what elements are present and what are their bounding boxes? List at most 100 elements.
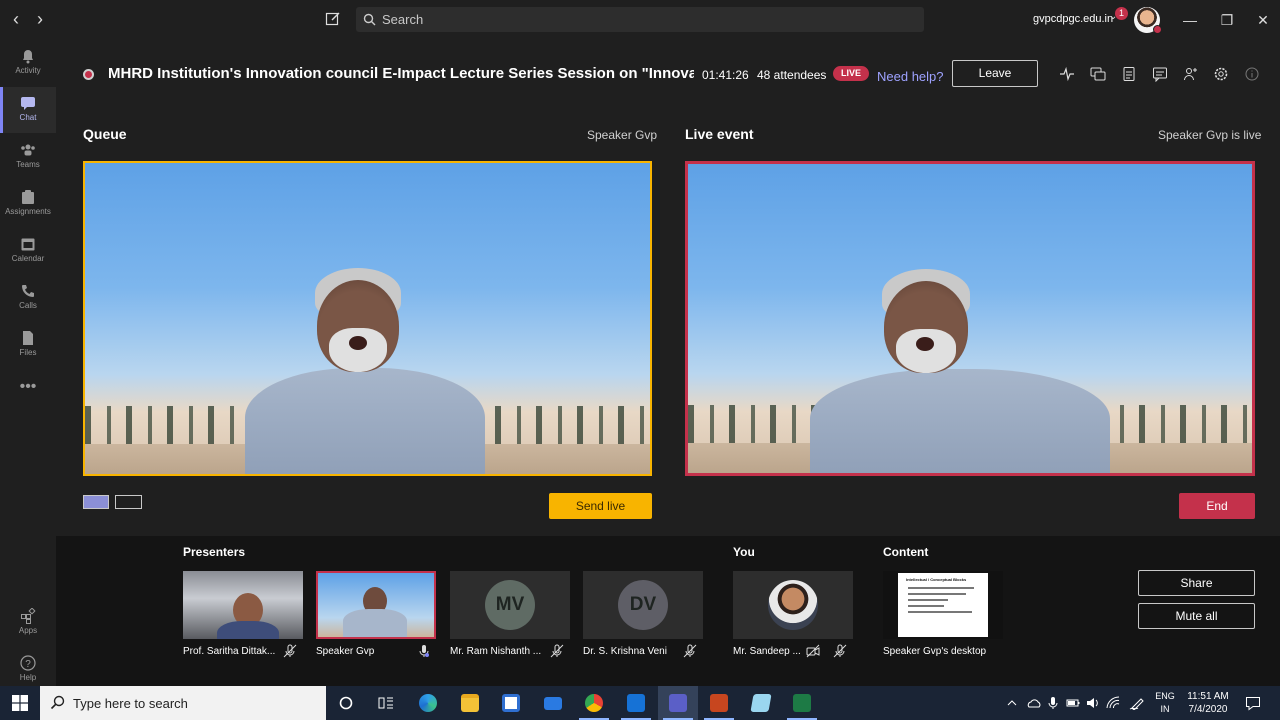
restore-icon[interactable]: ❐ <box>1217 10 1237 30</box>
speaker-person <box>245 268 485 474</box>
profile-avatar[interactable] <box>1134 7 1162 34</box>
notepad-app-icon[interactable] <box>741 686 781 720</box>
search-input[interactable]: Search <box>356 7 924 32</box>
mic-off-icon[interactable] <box>283 644 297 658</box>
task-view-icon[interactable] <box>378 696 394 710</box>
file-explorer-icon[interactable] <box>450 686 490 720</box>
you-title: You <box>733 545 755 559</box>
compose-icon[interactable] <box>325 11 341 27</box>
chevron-up-icon[interactable] <box>1007 698 1017 708</box>
rail-item-teams[interactable]: Teams <box>0 134 56 180</box>
meeting-chat-icon[interactable] <box>1152 66 1168 82</box>
health-pulse-icon[interactable] <box>1059 66 1075 82</box>
live-video[interactable] <box>685 161 1255 476</box>
rail-item-chat[interactable]: Chat <box>0 87 56 133</box>
search-icon <box>50 695 65 710</box>
you-tile[interactable] <box>733 571 853 639</box>
close-icon[interactable]: ✕ <box>1253 10 1273 30</box>
presenter-name: Prof. Saritha Dittak... <box>183 646 276 657</box>
rail-item-assignments[interactable]: Assignments <box>0 181 56 227</box>
share-button[interactable]: Share <box>1138 570 1255 596</box>
presenter-tile[interactable] <box>183 571 303 639</box>
live-event-title: Live event <box>685 126 754 142</box>
qna-icon[interactable] <box>1090 66 1106 82</box>
end-button[interactable]: End <box>1179 493 1255 519</box>
onedrive-icon[interactable] <box>1027 696 1041 710</box>
wifi-icon[interactable] <box>1106 696 1120 710</box>
settings-gear-icon[interactable] <box>1213 66 1229 82</box>
volume-icon[interactable] <box>1086 696 1100 710</box>
rail-label: Chat <box>19 113 37 122</box>
windows-start-icon[interactable] <box>12 695 28 711</box>
recording-icon <box>83 69 94 80</box>
rail-label: Calls <box>19 301 37 310</box>
meeting-header: MHRD Institution's Innovation council E-… <box>56 40 1280 110</box>
taskbar-search-input[interactable]: Type here to search <box>40 686 326 720</box>
presenter-body <box>343 609 407 637</box>
you-name: Mr. Sandeep ... <box>733 646 801 657</box>
more-apps-icon[interactable]: ••• <box>0 372 56 418</box>
mic-on-icon[interactable] <box>417 644 431 658</box>
info-icon[interactable] <box>1244 66 1260 82</box>
rail-item-files[interactable]: Files <box>0 322 56 368</box>
system-clock[interactable]: 11:51 AM 7/4/2020 <box>1183 690 1233 716</box>
content-tile[interactable]: Intellectual / Conceptual Blocks <box>883 571 1003 639</box>
battery-icon[interactable] <box>1066 697 1080 709</box>
attendee-count[interactable]: 48 attendees <box>757 68 826 82</box>
rail-label: Apps <box>18 626 38 635</box>
participants-icon[interactable] <box>1183 66 1199 82</box>
rail-item-calendar[interactable]: Calendar <box>0 228 56 274</box>
mic-off-icon[interactable] <box>550 644 564 658</box>
clock-date: 7/4/2020 <box>1188 704 1228 715</box>
region-code: IN <box>1160 704 1170 714</box>
chevron-down-icon[interactable]: ⌄ <box>1109 11 1117 22</box>
send-live-button[interactable]: Send live <box>549 493 652 519</box>
teams-app-icon[interactable] <box>658 686 698 720</box>
language-code: ENG <box>1155 691 1175 701</box>
queue-title: Queue <box>83 126 127 142</box>
language-indicator[interactable]: ENG IN <box>1153 690 1177 716</box>
microphone-tray-icon[interactable] <box>1047 696 1059 710</box>
calendar-icon <box>21 238 35 251</box>
excel-app-icon[interactable] <box>782 686 822 720</box>
rail-label: Calendar <box>11 254 45 263</box>
leave-button[interactable]: Leave <box>952 60 1038 87</box>
presenter-tile[interactable]: DV <box>583 571 703 639</box>
rail-item-activity[interactable]: Activity <box>0 40 56 86</box>
queue-video[interactable] <box>83 161 652 476</box>
presenter-tile[interactable]: MV <box>450 571 570 639</box>
presenter-tile-active[interactable] <box>316 571 436 639</box>
split-layout-toggle[interactable] <box>115 495 142 509</box>
single-layout-toggle[interactable] <box>83 495 109 509</box>
rail-item-apps[interactable]: Apps <box>0 600 56 646</box>
minimize-icon[interactable]: — <box>1180 10 1200 30</box>
main-area: MHRD Institution's Innovation council E-… <box>56 40 1280 686</box>
powerpoint-app-icon[interactable] <box>699 686 739 720</box>
tenant-name[interactable]: gvpcdpgc.edu.in <box>1033 13 1113 25</box>
notifications-icon[interactable] <box>1245 696 1261 711</box>
notes-icon[interactable] <box>1121 66 1137 82</box>
mail-app-icon[interactable] <box>533 686 573 720</box>
bell-icon <box>23 50 33 64</box>
cortana-icon[interactable] <box>339 696 353 710</box>
forward-arrow-icon[interactable]: › <box>30 10 50 30</box>
rail-item-calls[interactable]: Calls <box>0 275 56 321</box>
outlook-app-icon[interactable] <box>616 686 656 720</box>
svg-text:?: ? <box>25 659 31 670</box>
need-help-link[interactable]: Need help? <box>877 69 944 84</box>
chrome-app-icon[interactable] <box>574 686 614 720</box>
mic-off-icon[interactable] <box>833 644 847 658</box>
store-app-icon[interactable] <box>491 686 531 720</box>
mic-off-icon[interactable] <box>683 644 697 658</box>
slide-line <box>908 605 944 607</box>
pen-workspace-icon[interactable] <box>1129 696 1145 710</box>
clock-time: 11:51 AM <box>1187 691 1229 702</box>
live-status: Speaker Gvp is live <box>1158 128 1262 142</box>
presenter-name: Dr. S. Krishna Veni <box>583 646 667 657</box>
assignments-icon <box>22 190 34 204</box>
video-off-icon[interactable] <box>806 644 820 658</box>
mute-all-button[interactable]: Mute all <box>1138 603 1255 629</box>
back-arrow-icon[interactable]: ‹ <box>6 10 26 30</box>
app-rail: Activity Chat Teams Assignments Calendar… <box>0 40 56 686</box>
edge-app-icon[interactable] <box>408 686 448 720</box>
